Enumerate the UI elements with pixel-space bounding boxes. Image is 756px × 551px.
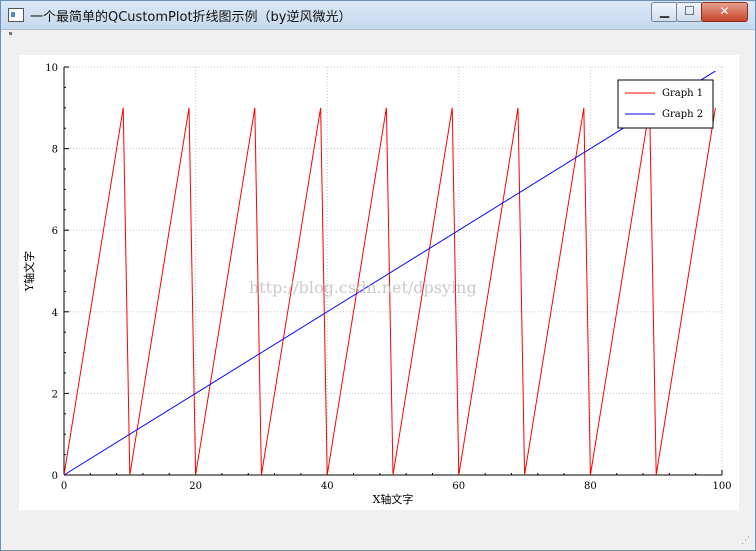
maximize-button[interactable]: ☐ — [676, 2, 703, 22]
title-bar[interactable]: 一个最简单的QCustomPlot折线图示例（by逆风微光） ▁ ☐ ✕ — [1, 1, 755, 30]
legend[interactable]: Graph 1 Graph 2 — [617, 79, 714, 129]
watermark: http://blog.csdn.net/dpsying — [249, 278, 477, 297]
y-tick-label: 6 — [52, 226, 58, 237]
legend-label-graph-2: Graph 2 — [662, 109, 703, 120]
x-tick-label: 100 — [712, 481, 731, 492]
series-layer — [63, 70, 716, 476]
x-tick-label: 0 — [61, 481, 67, 492]
x-axis-label: X轴文字 — [373, 492, 414, 506]
x-tick-label: 80 — [584, 481, 597, 492]
x-tick-label: 40 — [321, 481, 334, 492]
main-window: 一个最简单的QCustomPlot折线图示例（by逆风微光） ▁ ☐ ✕ 0 20… — [0, 0, 756, 551]
y-axis-label: Y轴文字 — [22, 251, 36, 292]
y-tick-label: 10 — [45, 63, 58, 74]
series-line-graph-2 — [63, 70, 716, 476]
close-button[interactable]: ✕ — [701, 2, 748, 22]
chart-svg[interactable]: 0 20 40 60 80 100 0 2 4 6 8 10 http://blog.csdn.net… — [19, 55, 739, 510]
x-tick-label: 20 — [189, 481, 202, 492]
y-tick-label: 8 — [52, 145, 58, 156]
toolbar-area — [1, 30, 755, 40]
x-tick-label: 60 — [452, 481, 465, 492]
y-tick-label: 4 — [52, 308, 58, 319]
window-title: 一个最简单的QCustomPlot折线图示例（by逆风微光） — [30, 10, 352, 25]
minimize-button[interactable]: ▁ — [651, 2, 678, 22]
plot-area[interactable]: 0 20 40 60 80 100 0 2 4 6 8 10 http://blog.csdn.net… — [19, 55, 739, 510]
size-grip-icon[interactable]: ⋰ — [741, 536, 751, 546]
legend-label-graph-1: Graph 1 — [662, 88, 703, 99]
toolbar-grip-icon[interactable] — [9, 32, 12, 35]
y-tick-label: 2 — [52, 389, 58, 400]
y-tick-label: 0 — [52, 471, 58, 482]
app-icon[interactable] — [8, 8, 24, 22]
